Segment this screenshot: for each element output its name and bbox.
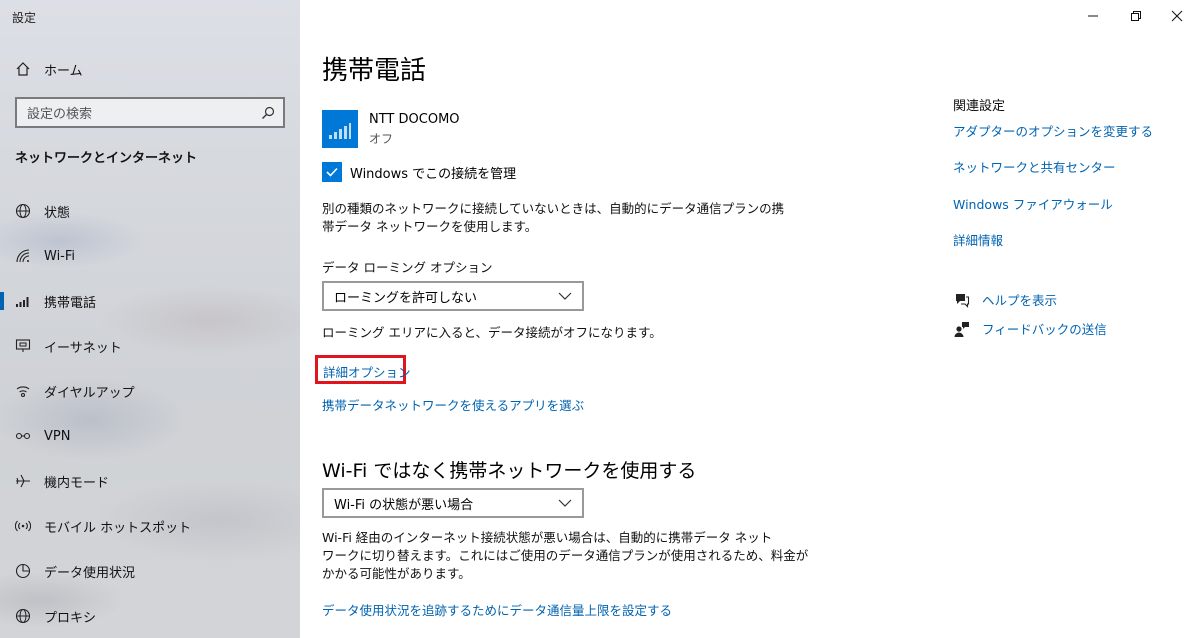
minimize-icon [1088, 15, 1098, 17]
manage-connection-checkbox-row[interactable]: Windows でこの接続を管理 [322, 162, 516, 182]
sidebar-item-ethernet[interactable]: イーサネット [0, 326, 300, 366]
sidebar-item-label: ダイヤルアップ [44, 385, 135, 401]
minimize-button[interactable] [1070, 0, 1116, 32]
sidebar-item-wifi[interactable]: Wi-Fi [0, 236, 300, 276]
sidebar-item-proxy[interactable]: プロキシ [0, 596, 300, 636]
sidebar: 設定 ホーム 設定の検索 ネットワークとインターネット 状態 Wi-Fi 携帯電… [0, 0, 300, 638]
vpn-icon [14, 427, 32, 445]
roaming-note: ローミング エリアに入ると、データ接続がオフになります。 [322, 325, 662, 340]
airplane-icon [14, 472, 32, 490]
more-info-link[interactable]: 詳細情報 [953, 230, 1003, 249]
wifi-section-title: Wi-Fi ではなく携帯ネットワークを使用する [322, 460, 697, 482]
get-help-link[interactable]: ヘルプを表示 [953, 290, 1057, 309]
help-chat-icon [953, 291, 971, 309]
ethernet-icon [14, 337, 32, 355]
carrier-name: NTT DOCOMO [369, 112, 460, 127]
sidebar-item-label: 機内モード [44, 475, 110, 491]
feedback-person-icon [953, 320, 971, 338]
manage-connection-label: Windows でこの接続を管理 [350, 166, 517, 182]
roaming-dropdown[interactable]: ローミングを許可しない [322, 281, 584, 311]
roaming-dropdown-value: ローミングを許可しない [334, 290, 478, 306]
sidebar-item-vpn[interactable]: VPN [0, 416, 300, 456]
sidebar-item-cellular[interactable]: 携帯電話 [0, 281, 300, 321]
data-limit-link[interactable]: データ使用状況を追跡するためにデータ通信量上限を設定する [322, 600, 672, 619]
page-title: 携帯電話 [322, 56, 427, 86]
sidebar-item-label: ホーム [44, 63, 83, 79]
wifi-fallback-dropdown-value: Wi-Fi の状態が悪い場合 [334, 497, 474, 513]
window-title: 設定 [12, 11, 37, 25]
restore-icon [1131, 11, 1141, 21]
search-placeholder: 設定の検索 [27, 107, 93, 122]
windows-firewall-link[interactable]: Windows ファイアウォール [953, 194, 1113, 213]
sidebar-item-status[interactable]: 状態 [0, 191, 300, 231]
cellular-description: 別の種類のネットワークに接続していないときは、自動的にデータ通信プランの携 帯デ… [322, 200, 784, 236]
sidebar-item-home[interactable]: ホーム [0, 49, 300, 89]
search-icon[interactable] [253, 106, 283, 120]
sidebar-item-label: Wi-Fi [44, 248, 76, 264]
wifi-fallback-description-line: かかる可能性があります。 [322, 566, 471, 581]
close-icon [1171, 10, 1183, 22]
related-settings-title: 関連設定 [953, 99, 1006, 114]
proxy-icon [14, 607, 32, 625]
feedback-label: フィードバックの送信 [982, 322, 1107, 337]
carrier-tile [322, 110, 358, 148]
search-input[interactable]: 設定の検索 [15, 97, 285, 128]
sidebar-item-hotspot[interactable]: モバイル ホットスポット [0, 506, 300, 546]
close-button[interactable] [1154, 0, 1200, 32]
wifi-fallback-description: Wi-Fi 経由のインターネット接続状態が悪い場合は、自動的に携帯データ ネット… [322, 529, 808, 583]
manage-connection-checkbox[interactable] [322, 162, 342, 182]
feedback-link[interactable]: フィードバックの送信 [953, 319, 1107, 338]
sidebar-item-dialup[interactable]: ダイヤルアップ [0, 371, 300, 411]
globe-icon [14, 202, 32, 220]
cellular-description-line: 帯データ ネットワークを使用します。 [322, 219, 538, 234]
home-icon [14, 60, 32, 78]
sidebar-item-label: モバイル ホットスポット [44, 520, 192, 536]
chevron-down-icon [548, 292, 582, 300]
sidebar-item-label: VPN [44, 428, 71, 444]
roaming-label: データ ローミング オプション [322, 260, 493, 275]
cellular-description-line: 別の種類のネットワークに接続していないときは、自動的にデータ通信プランの携 [322, 201, 785, 216]
carrier-status: オフ [369, 132, 394, 146]
adapter-options-link[interactable]: アダプターのオプションを変更する [953, 121, 1153, 140]
wifi-fallback-dropdown[interactable]: Wi-Fi の状態が悪い場合 [322, 488, 584, 518]
network-sharing-center-link[interactable]: ネットワークと共有センター [953, 157, 1116, 176]
sidebar-item-label: イーサネット [44, 340, 122, 356]
wifi-fallback-description-line: ワークに切り替えます。これにはご使用のデータ通信プランが使用されるため、料金が [322, 548, 809, 563]
sidebar-item-label: データ使用状況 [44, 565, 136, 581]
sidebar-item-label: プロキシ [44, 610, 97, 626]
cellular-signal-icon [329, 123, 351, 139]
wifi-fallback-description-line: Wi-Fi 経由のインターネット接続状態が悪い場合は、自動的に携帯データ ネット [322, 530, 773, 545]
section-heading: ネットワークとインターネット [15, 151, 198, 166]
get-help-label: ヘルプを表示 [982, 293, 1058, 308]
sidebar-item-airplane[interactable]: 機内モード [0, 461, 300, 501]
chevron-down-icon [548, 499, 582, 507]
cellular-icon [14, 292, 32, 310]
data-usage-icon [14, 562, 32, 580]
advanced-options-link[interactable]: 詳細オプション [323, 362, 411, 381]
wifi-icon [14, 247, 32, 265]
choose-apps-link[interactable]: 携帯データネットワークを使えるアプリを選ぶ [322, 395, 584, 414]
sidebar-item-label: 状態 [44, 205, 71, 221]
checkmark-icon [326, 167, 338, 177]
hotspot-icon [14, 517, 32, 535]
restore-button[interactable] [1113, 0, 1159, 32]
sidebar-item-data-usage[interactable]: データ使用状況 [0, 551, 300, 591]
dialup-icon [14, 382, 32, 400]
sidebar-item-label: 携帯電話 [44, 295, 97, 311]
